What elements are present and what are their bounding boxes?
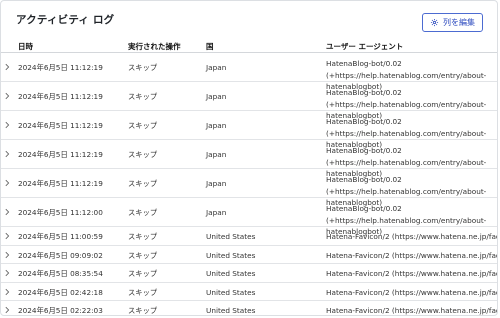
cell-action: スキップ <box>128 179 158 188</box>
chevron-right-icon[interactable] <box>3 63 11 71</box>
table-row[interactable]: 2024年6月5日 09:09:02 スキップ United States Haten… <box>1 246 497 265</box>
chevron-right-icon[interactable] <box>3 179 11 187</box>
cell-country: Japan <box>206 179 227 188</box>
table-row[interactable]: 2024年6月5日 08:35:54 スキップ United States Haten… <box>1 264 497 283</box>
column-header-action[interactable]: 実行された操作 <box>128 41 181 52</box>
table-row[interactable]: 2024年6月5日 02:42:18 スキップ United States Haten… <box>1 283 497 302</box>
panel-title: アクティビティ ログ <box>16 14 115 26</box>
chevron-right-icon[interactable] <box>3 92 11 100</box>
table-row[interactable]: 2024年6月5日 02:22:03 スキップ United States Haten… <box>1 301 498 316</box>
table-row[interactable]: 2024年6月5日 11:12:19 スキップ Japan HatenaBlog-bo… <box>1 111 497 149</box>
cell-user-agent: Hatena-Favicon/2 (https://www.hatena.ne.… <box>326 306 498 316</box>
edit-columns-label: 列を編集 <box>443 18 475 27</box>
column-header-country[interactable]: 国 <box>206 41 214 52</box>
cell-datetime: 2024年6月5日 11:12:19 <box>18 179 103 188</box>
chevron-right-icon[interactable] <box>3 208 11 216</box>
cell-country: Japan <box>206 208 227 217</box>
cell-datetime: 2024年6月5日 11:00:59 <box>18 232 103 241</box>
cell-country: Japan <box>206 150 227 159</box>
table-row[interactable]: 2024年6月5日 11:12:19 スキップ Japan HatenaBlog-bo… <box>1 169 497 207</box>
cell-user-agent: Hatena-Favicon/2 (https://www.hatena.ne.… <box>326 287 498 297</box>
cell-datetime: 2024年6月5日 02:22:03 <box>18 306 103 316</box>
table-row[interactable]: 2024年6月5日 11:00:59 スキップ United States Haten… <box>1 227 497 246</box>
cell-datetime: 2024年6月5日 11:12:00 <box>18 208 103 217</box>
table-row[interactable]: 2024年6月5日 11:12:19 スキップ Japan HatenaBlog-bo… <box>1 82 497 120</box>
cell-datetime: 2024年6月5日 08:35:54 <box>18 269 103 279</box>
cell-user-agent: Hatena-Favicon/2 (https://www.hatena.ne.… <box>326 250 498 260</box>
table-header: 日時 実行された操作 国 ユーザー エージェント <box>1 40 497 53</box>
cell-action: スキップ <box>128 92 158 101</box>
cell-action: スキップ <box>128 306 158 316</box>
column-header-user-agent[interactable]: ユーザー エージェント <box>326 41 403 52</box>
cell-datetime: 2024年6月5日 11:12:19 <box>18 121 103 130</box>
cell-action: スキップ <box>128 63 158 72</box>
cell-action: スキップ <box>128 150 158 159</box>
cell-datetime: 2024年6月5日 09:09:02 <box>18 250 103 260</box>
activity-table: 日時 実行された操作 国 ユーザー エージェント 2024年6月5日 11:12… <box>1 40 498 316</box>
cell-action: スキップ <box>128 250 158 260</box>
cell-country: Japan <box>206 92 227 101</box>
cell-datetime: 2024年6月5日 11:12:19 <box>18 150 103 159</box>
chevron-right-icon[interactable] <box>3 232 11 240</box>
cell-action: スキップ <box>128 232 158 241</box>
chevron-right-icon[interactable] <box>3 269 11 277</box>
cell-action: スキップ <box>128 208 158 217</box>
cell-action: スキップ <box>128 269 158 279</box>
cell-country: Japan <box>206 63 227 72</box>
table-row[interactable]: 2024年6月5日 11:12:19 スキップ Japan HatenaBlog-bo… <box>1 53 497 91</box>
cell-country: United States <box>206 306 256 316</box>
cell-country: United States <box>206 269 256 279</box>
cell-datetime: 2024年6月5日 11:12:19 <box>18 63 103 72</box>
chevron-right-icon[interactable] <box>3 150 11 158</box>
gear-icon <box>430 18 439 27</box>
cell-user-agent: Hatena-Favicon/2 (https://www.hatena.ne.… <box>326 269 498 279</box>
column-header-datetime[interactable]: 日時 <box>18 41 33 52</box>
cell-country: United States <box>206 232 256 241</box>
chevron-right-icon[interactable] <box>3 288 11 296</box>
cell-user-agent: Hatena-Favicon/2 (https://www.hatena.ne.… <box>326 232 498 241</box>
table-row[interactable]: 2024年6月5日 11:12:19 スキップ Japan HatenaBlog-bo… <box>1 140 497 178</box>
cell-country: United States <box>206 287 256 297</box>
cell-action: スキップ <box>128 121 158 130</box>
activity-log-panel: アクティビティ ログ 列を編集 日時 実行された操作 国 ユーザー エージェント… <box>0 0 498 316</box>
chevron-right-icon[interactable] <box>3 121 11 129</box>
edit-columns-button[interactable]: 列を編集 <box>422 13 483 32</box>
chevron-right-icon[interactable] <box>3 251 11 259</box>
table-body: 2024年6月5日 11:12:19 スキップ Japan HatenaBlog-bo… <box>1 53 498 316</box>
cell-datetime: 2024年6月5日 02:42:18 <box>18 287 103 297</box>
cell-country: United States <box>206 250 256 260</box>
cell-datetime: 2024年6月5日 11:12:19 <box>18 92 103 101</box>
table-row[interactable]: 2024年6月5日 11:12:00 スキップ Japan HatenaBlog-bo… <box>1 198 497 236</box>
chevron-right-icon[interactable] <box>3 306 11 314</box>
cell-action: スキップ <box>128 287 158 297</box>
cell-country: Japan <box>206 121 227 130</box>
